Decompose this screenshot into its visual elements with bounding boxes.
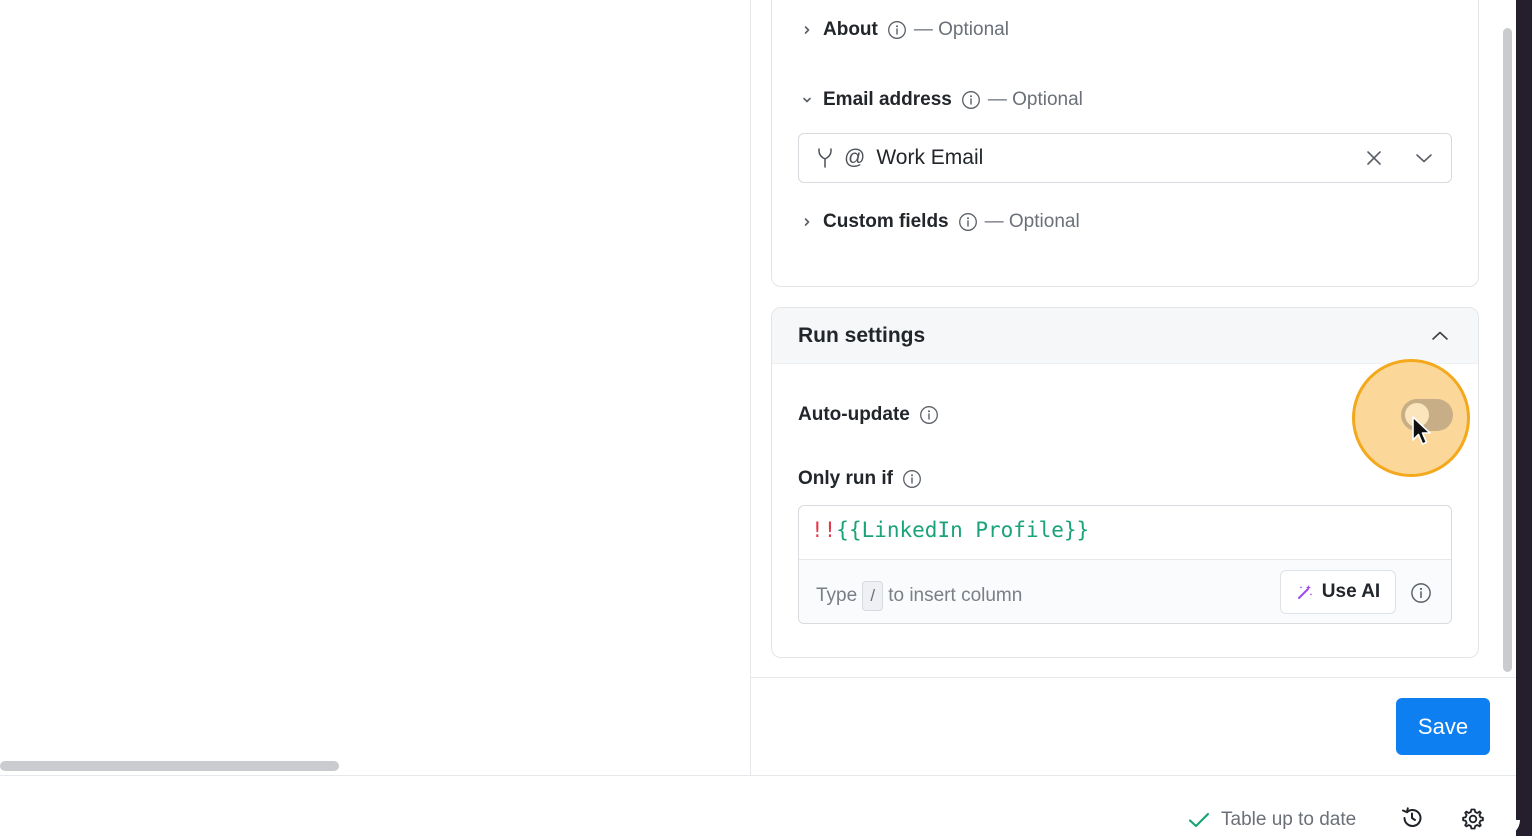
chevron-up-icon[interactable]: [1428, 326, 1452, 346]
only-run-if-row: Only run if: [798, 467, 922, 491]
cursor-icon: [1412, 416, 1431, 445]
table-status-text: Table up to date: [1221, 809, 1357, 830]
formula-negation: !!: [811, 518, 837, 542]
use-ai-label: Use AI: [1321, 581, 1381, 602]
section-about-optional: — Optional: [913, 19, 1009, 40]
info-icon[interactable]: [887, 20, 907, 40]
info-icon[interactable]: [958, 212, 978, 232]
section-email-optional: — Optional: [987, 89, 1083, 110]
formula-footer: Type / to insert column Use AI: [799, 559, 1451, 623]
run-settings-header[interactable]: Run settings: [772, 308, 1478, 364]
email-column-select[interactable]: @ Work Email: [798, 133, 1452, 183]
check-icon: [1187, 810, 1211, 830]
history-icon[interactable]: [1400, 806, 1424, 830]
section-email[interactable]: Email address — Optional: [800, 88, 1083, 112]
insert-column-hint: Type / to insert column: [816, 581, 1022, 611]
chevron-right-icon[interactable]: [800, 215, 814, 229]
section-custom-fields-title: Custom fields: [823, 211, 949, 232]
formula-text[interactable]: !!{{LinkedIn Profile}}: [811, 518, 1089, 542]
run-settings-title: Run settings: [798, 324, 926, 347]
close-icon[interactable]: [1364, 148, 1384, 168]
hint-suffix: to insert column: [888, 585, 1023, 606]
table-status: Table up to date: [1187, 809, 1356, 831]
status-bar: Table up to date: [0, 775, 1516, 836]
save-button[interactable]: Save: [1396, 698, 1490, 755]
use-ai-button[interactable]: Use AI: [1280, 570, 1396, 614]
only-run-if-label: Only run if: [798, 468, 893, 489]
email-select-value: Work Email: [876, 146, 984, 169]
vertical-scrollbar[interactable]: [1503, 28, 1512, 672]
formula-editor[interactable]: !!{{LinkedIn Profile}} Type / to insert …: [798, 505, 1452, 624]
panel-divider: [751, 677, 1516, 678]
section-about-title: About: [823, 19, 878, 40]
auto-update-label: Auto-update: [798, 404, 910, 425]
chevron-down-icon[interactable]: [1413, 148, 1435, 168]
section-about[interactable]: About — Optional: [800, 18, 1009, 42]
info-icon[interactable]: [1410, 582, 1432, 604]
magic-wand-icon: [1296, 583, 1314, 601]
auto-update-row: Auto-update: [798, 403, 939, 427]
settings-icon[interactable]: [1461, 807, 1485, 831]
formula-column-reference: {{LinkedIn Profile}}: [836, 518, 1090, 542]
fork-icon: [815, 147, 835, 169]
info-icon[interactable]: [961, 90, 981, 110]
section-email-title: Email address: [823, 89, 952, 110]
slash-key: /: [862, 581, 884, 611]
info-icon[interactable]: [902, 469, 922, 489]
table-area: [0, 0, 751, 775]
chevron-down-icon[interactable]: [800, 93, 814, 107]
hint-prefix: Type: [816, 585, 858, 606]
chevron-right-icon[interactable]: [800, 23, 814, 37]
horizontal-scrollbar[interactable]: [0, 761, 339, 771]
info-icon[interactable]: [919, 405, 939, 425]
window-edge: [1516, 0, 1532, 836]
section-custom-fields-optional: — Optional: [984, 211, 1080, 232]
section-custom-fields[interactable]: Custom fields — Optional: [800, 210, 1080, 234]
at-symbol-icon: @: [844, 146, 866, 169]
